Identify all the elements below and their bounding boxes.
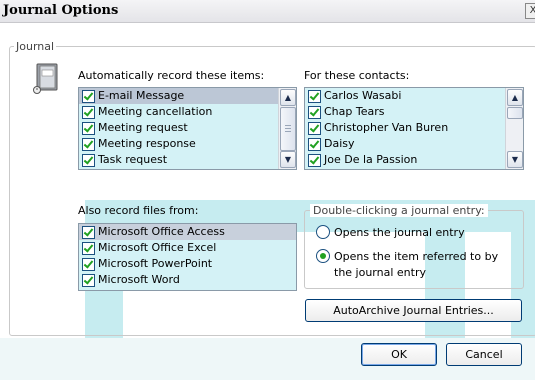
list-item-label: Meeting request [98, 121, 188, 134]
list-item[interactable]: Microsoft PowerPoint [79, 256, 296, 272]
grip-line [285, 128, 291, 129]
list-item[interactable]: Task request [79, 152, 279, 168]
list-item-label: Meeting response [98, 137, 196, 150]
contacts-listbox[interactable]: Carlos Wasabi Chap Tears Christopher Van… [304, 87, 524, 170]
checkbox[interactable] [308, 122, 321, 135]
grip-line [285, 131, 291, 132]
contacts-scrollbar[interactable]: ▲ ▼ [505, 88, 523, 169]
list-item[interactable]: Meeting cancellation [79, 104, 279, 120]
list-item[interactable]: Joe De la Passion [305, 152, 506, 168]
scroll-up-arrow-icon[interactable]: ▲ [507, 89, 523, 106]
list-item[interactable]: Microsoft Office Excel [79, 240, 296, 256]
scrollbar-thumb[interactable] [507, 107, 523, 119]
radio-label-continued: the journal entry [334, 266, 426, 279]
radio-opens-journal-entry[interactable] [316, 225, 330, 239]
title-bar: Journal Options X [0, 0, 535, 23]
scroll-down-arrow-icon[interactable]: ▼ [280, 151, 296, 168]
contacts-label: For these contacts: [304, 69, 410, 82]
checkbox[interactable] [82, 154, 95, 167]
checkbox[interactable] [82, 226, 95, 239]
scroll-down-arrow-icon[interactable]: ▼ [507, 151, 523, 168]
list-item-label: Microsoft Office Access [98, 225, 225, 238]
list-item[interactable]: Daisy [305, 136, 506, 152]
record-items-scrollbar[interactable]: ▲ ▼ [278, 88, 296, 169]
ok-button[interactable]: OK [361, 343, 437, 366]
record-items-label: Automatically record these items: [78, 69, 265, 82]
cancel-button[interactable]: Cancel [446, 343, 522, 366]
close-icon[interactable]: X [525, 3, 535, 19]
window-title: Journal Options [3, 3, 119, 18]
checkbox[interactable] [308, 106, 321, 119]
list-item-label: Joe De la Passion [324, 153, 418, 166]
list-item-label: Task request [98, 153, 168, 166]
journal-group-legend: Journal [14, 40, 57, 53]
record-files-label: Also record files from: [78, 204, 199, 217]
list-item[interactable]: Meeting response [79, 136, 279, 152]
checkbox[interactable] [308, 154, 321, 167]
list-item[interactable]: Microsoft Office Access [79, 224, 296, 240]
list-item-label: Carlos Wasabi [324, 89, 402, 102]
scroll-up-arrow-icon[interactable]: ▲ [280, 89, 296, 106]
radio-label: Opens the journal entry [334, 226, 465, 239]
scrollbar-thumb[interactable] [280, 107, 296, 151]
list-item[interactable]: Chap Tears [305, 104, 506, 120]
list-item-label: Microsoft Word [98, 273, 180, 286]
journal-book-icon [33, 63, 58, 94]
checkbox[interactable] [82, 274, 95, 287]
checkbox[interactable] [82, 242, 95, 255]
list-item[interactable]: E-mail Message [79, 88, 279, 104]
list-item[interactable]: Christopher Van Buren [305, 120, 506, 136]
record-files-listbox[interactable]: Microsoft Office Access Microsoft Office… [78, 223, 297, 291]
list-item-label: Microsoft PowerPoint [98, 257, 213, 270]
checkbox[interactable] [82, 138, 95, 151]
list-item-label: Chap Tears [324, 105, 385, 118]
double-click-legend: Double-clicking a journal entry: [310, 204, 488, 217]
checkbox[interactable] [82, 106, 95, 119]
checkbox[interactable] [82, 258, 95, 271]
checkbox[interactable] [308, 138, 321, 151]
list-item-label: Daisy [324, 137, 355, 150]
autoarchive-journal-entries-button[interactable]: AutoArchive Journal Entries... [305, 299, 522, 322]
list-item[interactable]: Microsoft Word [79, 272, 296, 288]
checkbox[interactable] [82, 122, 95, 135]
grip-line [285, 125, 291, 126]
list-item[interactable]: Carlos Wasabi [305, 88, 506, 104]
radio-opens-referred-item[interactable] [316, 249, 330, 263]
list-item[interactable]: Meeting request [79, 120, 279, 136]
checkbox[interactable] [308, 90, 321, 103]
radio-label: Opens the item referred to by [334, 250, 499, 263]
list-item-label: E-mail Message [98, 89, 185, 102]
record-items-listbox[interactable]: E-mail Message Meeting cancellation Meet… [78, 87, 297, 170]
checkbox[interactable] [82, 90, 95, 103]
list-item-label: Meeting cancellation [98, 105, 213, 118]
list-item-label: Microsoft Office Excel [98, 241, 217, 254]
list-item-label: Christopher Van Buren [324, 121, 449, 134]
